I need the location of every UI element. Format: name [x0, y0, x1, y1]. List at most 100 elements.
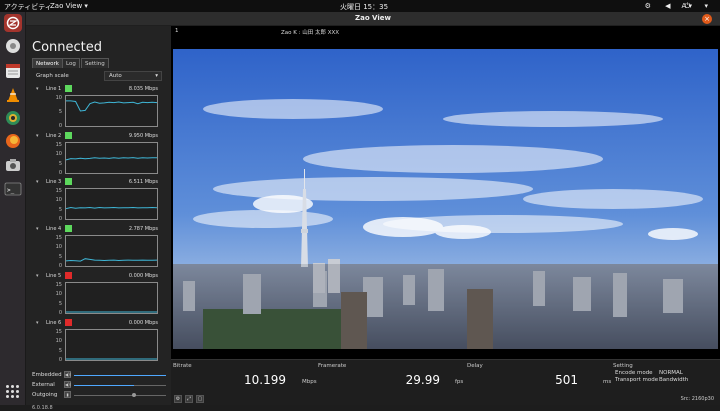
- line-graph: [65, 142, 158, 174]
- y-tick-label: 10: [55, 95, 62, 101]
- line-graph: [65, 282, 158, 314]
- y-tick-label: 15: [55, 235, 62, 241]
- window-titlebar[interactable]: Zao View ×: [26, 12, 720, 26]
- framerate-value: 29.99: [405, 373, 440, 387]
- expand-icon[interactable]: ▾: [36, 320, 39, 326]
- line-header[interactable]: ▾ Line 5 0.000 Mbps: [36, 272, 162, 281]
- audio-label: Outgoing: [32, 392, 58, 398]
- y-tick-label: 0: [58, 310, 62, 316]
- graph-scale-select[interactable]: Auto ▾: [104, 71, 162, 81]
- y-tick-label: 5: [58, 347, 62, 354]
- terminal-icon[interactable]: >_: [4, 180, 22, 198]
- system-icon[interactable]: [4, 37, 22, 55]
- chevron-down-icon: ▾: [155, 73, 158, 79]
- camera-icon[interactable]: [4, 156, 22, 174]
- tab-log[interactable]: Log: [62, 58, 80, 68]
- application-dock: >_: [0, 12, 26, 405]
- color-globe-icon[interactable]: [4, 109, 22, 127]
- y-tick-label: 15: [55, 329, 62, 335]
- y-tick-label: 5: [58, 206, 62, 213]
- line-bitrate: 6.511 Mbps: [128, 179, 158, 185]
- y-tick-label: 10: [55, 291, 62, 298]
- y-tick-label: 0: [58, 123, 62, 129]
- notes-icon[interactable]: [4, 62, 22, 80]
- line-2-block: ▾ Line 2 9.950 Mbps 15 10 5 0: [36, 132, 162, 177]
- y-tick-label: 0: [58, 263, 62, 269]
- line-name: Line 1: [46, 86, 62, 92]
- expand-icon[interactable]: ▾: [36, 226, 39, 232]
- audio-level-fill: [74, 385, 134, 386]
- speaker-icon[interactable]: ◀)): [64, 371, 71, 378]
- mic-icon[interactable]: ▮: [64, 391, 71, 398]
- delay-unit: ms: [603, 379, 612, 385]
- expand-icon[interactable]: ▾: [36, 133, 39, 139]
- line-name: Line 6: [46, 320, 62, 326]
- source-resolution: Src: 2160p30: [680, 396, 714, 402]
- y-tick-label: 0: [58, 357, 62, 363]
- line-header[interactable]: ▾ Line 1 8.035 Mbps: [36, 85, 162, 94]
- expand-icon[interactable]: ▾: [36, 86, 39, 92]
- vlc-icon[interactable]: [4, 86, 22, 104]
- speaker-icon[interactable]: ◀)): [64, 381, 71, 388]
- graph-scale-row: Graph scale Auto ▾: [34, 71, 162, 81]
- audio-row-outgoing: Outgoing ▮: [30, 391, 168, 400]
- transport-mode-key: Transport mode: [615, 377, 659, 383]
- bitrate-unit: Mbps: [302, 379, 317, 385]
- video-preview: [173, 49, 718, 349]
- bitrate-trace: [66, 258, 157, 262]
- line-header[interactable]: ▾ Line 2 9.950 Mbps: [36, 132, 162, 141]
- close-icon[interactable]: ×: [702, 14, 712, 24]
- video-area: 1 Zao K : 山田 太郎 XXX Bitrate 10.199 Mbps …: [171, 26, 720, 405]
- expand-icon[interactable]: ▾: [36, 273, 39, 279]
- line-header[interactable]: ▾ Line 6 0.000 Mbps: [36, 319, 162, 328]
- tab-setting[interactable]: Setting: [81, 58, 109, 68]
- line-name: Line 4: [46, 226, 62, 232]
- y-tick-label: 5: [58, 300, 62, 307]
- bitrate-label: Bitrate: [173, 363, 192, 369]
- line-graph: [65, 235, 158, 267]
- graph-scale-value: Auto: [109, 73, 122, 79]
- settings-gear-icon[interactable]: ⚙: [174, 395, 182, 403]
- audio-level-meter: [74, 385, 166, 386]
- line-header[interactable]: ▾ Line 3 6.511 Mbps: [36, 178, 162, 187]
- encode-mode-value: NORMAL: [659, 370, 683, 376]
- y-tick-label: 10: [55, 338, 62, 345]
- line-5-block: ▾ Line 5 0.000 Mbps 15 10 5 0: [36, 272, 162, 317]
- line-bitrate: 2.787 Mbps: [128, 226, 158, 232]
- y-tick-label: 15: [55, 282, 62, 288]
- activities-button[interactable]: アクティビティ: [4, 2, 52, 12]
- tab-network[interactable]: Network: [32, 58, 63, 68]
- app-menu[interactable]: Zao View ▾: [50, 2, 88, 10]
- expand-icon[interactable]: ▾: [36, 179, 39, 185]
- clock[interactable]: 火曜日 15：35: [340, 2, 388, 12]
- fullscreen-icon[interactable]: ▢: [196, 395, 204, 403]
- setting-label: Setting: [613, 363, 633, 369]
- zao-app-icon[interactable]: [4, 14, 22, 32]
- stats-bar: Bitrate 10.199 Mbps Framerate 29.99 fps …: [171, 359, 720, 405]
- network-panel: Connected Network Log Setting Graph scal…: [26, 26, 171, 411]
- zao-view-window: Zao View × Connected Network Log Setting…: [26, 12, 720, 411]
- line-status-indicator: [65, 272, 72, 279]
- show-applications-icon[interactable]: [6, 385, 20, 399]
- bitrate-value: 10.199: [244, 373, 286, 387]
- line-name: Line 3: [46, 179, 62, 185]
- firefox-icon[interactable]: [4, 132, 22, 150]
- system-tray[interactable]: ⚙ ◀ ⏻ ▾: [645, 2, 714, 11]
- y-tick-label: 0: [58, 170, 62, 176]
- bitrate-trace: [66, 157, 157, 161]
- video-index: 1: [175, 28, 179, 34]
- framerate-unit: fps: [455, 379, 464, 385]
- line-header[interactable]: ▾ Line 4 2.787 Mbps: [36, 225, 162, 234]
- y-tick-label: 5: [58, 109, 62, 115]
- video-header: 1 Zao K : 山田 太郎 XXX: [171, 26, 720, 36]
- fit-icon[interactable]: ⤢: [185, 395, 193, 403]
- delay-value: 501: [555, 373, 578, 387]
- line-status-indicator: [65, 132, 72, 139]
- line-status-indicator: [65, 225, 72, 232]
- audio-level-meter: [74, 375, 166, 376]
- volume-slider[interactable]: [74, 393, 166, 397]
- connection-status: Connected: [32, 40, 103, 55]
- slider-handle[interactable]: [131, 393, 136, 397]
- audio-row-embedded: Embedded ◀)): [30, 371, 168, 380]
- line-bitrate: 0.000 Mbps: [128, 320, 158, 326]
